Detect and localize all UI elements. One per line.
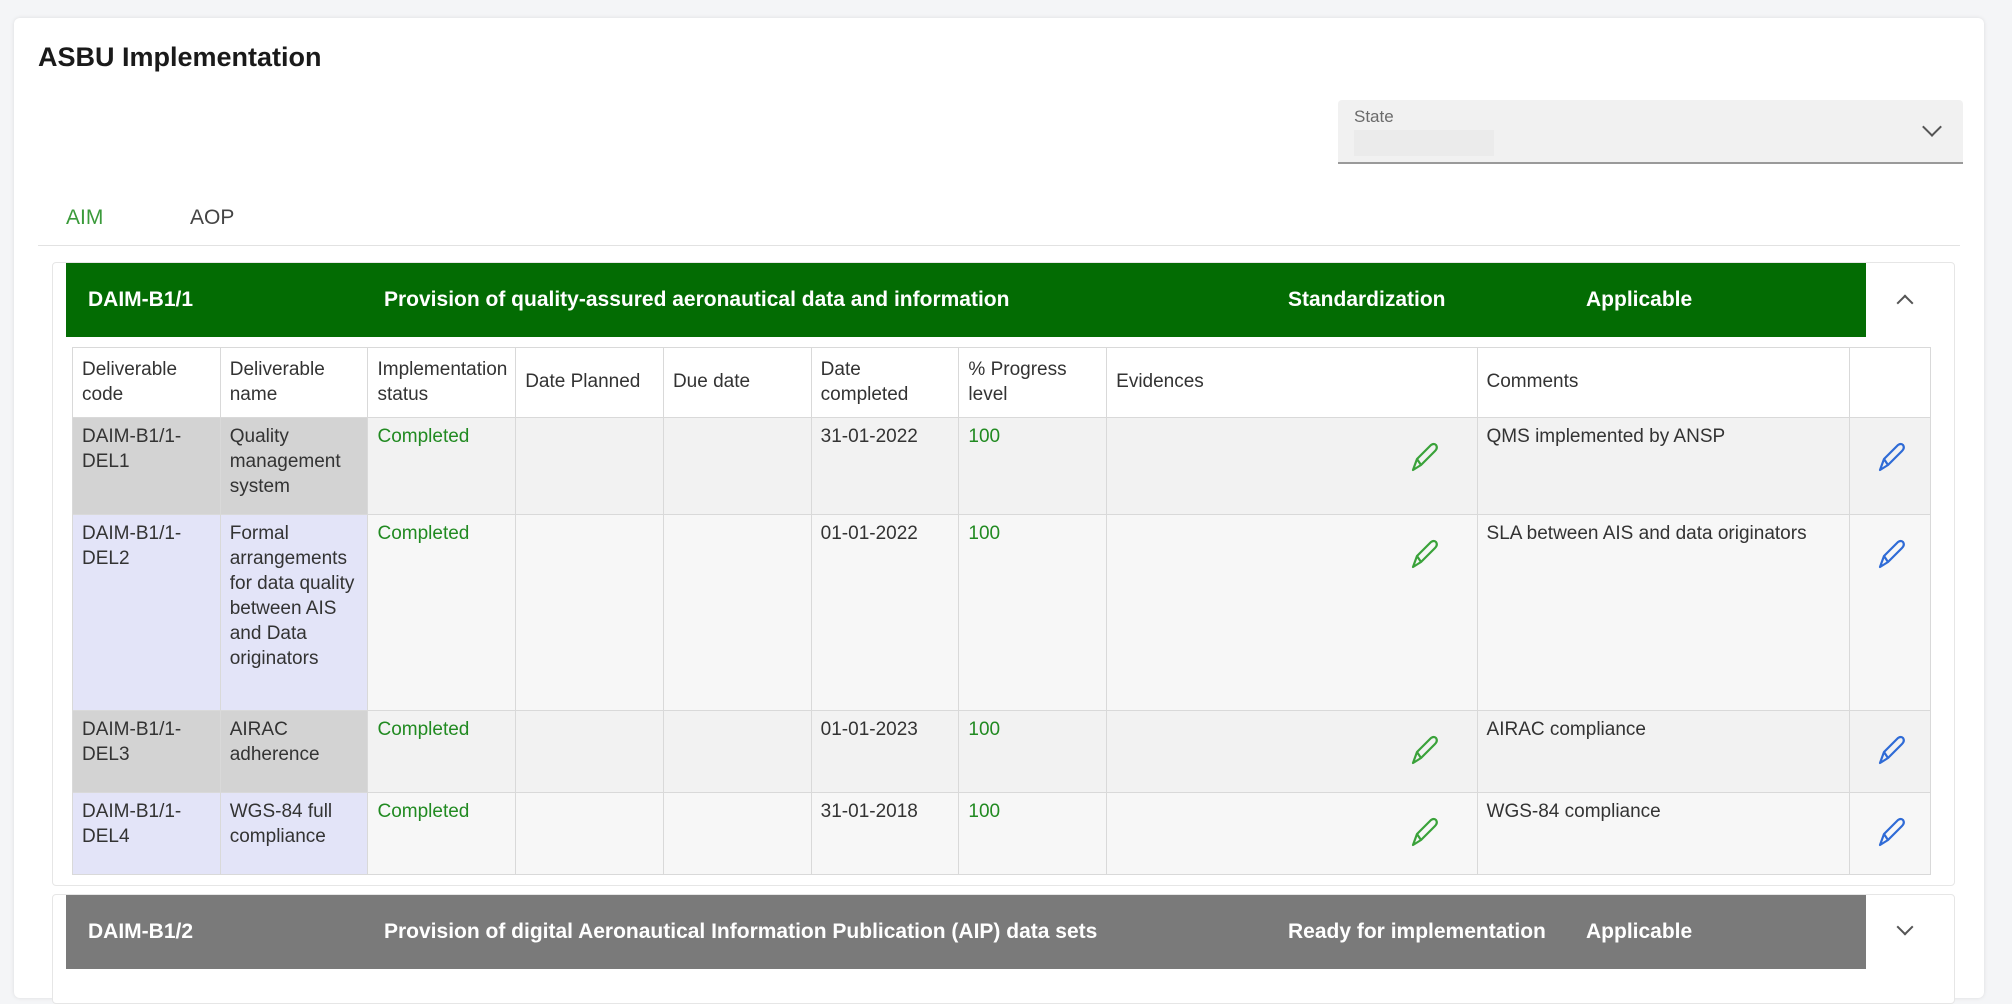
pencil-icon[interactable] [1409,440,1439,474]
element-status: Ready for implementation [1288,920,1546,943]
col-header: Implementation status [367,347,517,418]
expand-panel-button[interactable] [1891,917,1921,947]
progress-level: 100 [958,792,1108,875]
deliverable-name: AIRAC adherence [219,710,369,793]
comments: AIRAC compliance [1476,710,1850,793]
implementation-status: Completed [367,417,517,515]
progress-level: 100 [958,514,1108,711]
chevron-down-icon [1896,918,1914,936]
asbu-card: ASBU Implementation State AIM AOP DAIM-B… [14,18,1984,1004]
col-header: Date Planned [515,347,664,418]
deliverable-name: WGS-84 full compliance [219,792,369,875]
comments: SLA between AIS and data originators [1476,514,1850,711]
edit-pencil-icon[interactable] [1876,815,1906,849]
pencil-icon[interactable] [1409,815,1439,849]
element-code: DAIM-B1/1 [88,288,194,311]
element-panel-header[interactable]: DAIM-B1/2 Provision of digital Aeronauti… [66,895,1866,969]
state-select[interactable]: State [1338,100,1963,164]
deliverable-name: Quality management system [219,417,369,515]
tab-aim[interactable]: AIM [66,206,103,230]
chevron-down-icon [1922,117,1942,137]
progress-level: 100 [958,417,1108,515]
page-title: ASBU Implementation [38,42,322,72]
table-row: DAIM-B1/1-DEL4 WGS-84 full compliance Co… [72,792,1932,875]
deliverable-code: DAIM-B1/1-DEL1 [72,417,221,515]
deliverables-table: Deliverable code Deliverable name Implem… [72,347,1932,875]
state-select-value [1354,130,1494,156]
date-planned [515,710,664,793]
chevron-up-icon [1896,294,1914,312]
date-completed: 31-01-2022 [810,417,960,515]
col-header [1848,347,1932,418]
collapse-panel-button[interactable] [1891,285,1921,315]
element-applicability: Applicable [1586,288,1693,311]
pencil-icon[interactable] [1409,537,1439,571]
col-header: Deliverable name [219,347,369,418]
element-code: DAIM-B1/2 [88,920,194,943]
col-header: Evidences [1106,347,1478,418]
col-header: Deliverable code [72,347,221,418]
implementation-status: Completed [367,792,517,875]
element-title: Provision of digital Aeronautical Inform… [384,920,1098,943]
tab-aop[interactable]: AOP [190,206,234,230]
deliverable-name: Formal arrangements for data quality bet… [219,514,369,711]
evidences-cell [1106,710,1478,793]
edit-pencil-icon[interactable] [1876,733,1906,767]
due-date [662,514,812,711]
date-planned [515,417,664,515]
element-applicability: Applicable [1586,920,1693,943]
comments: QMS implemented by ANSP [1476,417,1850,515]
col-header: % Progress level [958,347,1108,418]
implementation-status: Completed [367,710,517,793]
progress-level: 100 [958,710,1108,793]
actions-cell [1848,792,1932,875]
evidences-cell [1106,792,1478,875]
element-panel-header[interactable]: DAIM-B1/1 Provision of quality-assured a… [66,263,1866,337]
edit-pencil-icon[interactable] [1876,440,1906,474]
table-header-row: Deliverable code Deliverable name Implem… [72,347,1932,418]
date-planned [515,514,664,711]
table-row: DAIM-B1/1-DEL2 Formal arrangements for d… [72,514,1932,711]
element-status: Standardization [1288,288,1446,311]
date-planned [515,792,664,875]
deliverable-code: DAIM-B1/1-DEL2 [72,514,221,711]
due-date [662,710,812,793]
evidences-cell [1106,514,1478,711]
element-title: Provision of quality-assured aeronautica… [384,288,1010,311]
col-header: Due date [662,347,812,418]
col-header: Comments [1476,347,1850,418]
deliverable-code: DAIM-B1/1-DEL4 [72,792,221,875]
actions-cell [1848,514,1932,711]
date-completed: 31-01-2018 [810,792,960,875]
evidences-cell [1106,417,1478,515]
actions-cell [1848,710,1932,793]
domain-tabs: AIM AOP [38,198,1960,246]
col-header: Date completed [810,347,960,418]
comments: WGS-84 compliance [1476,792,1850,875]
element-panel-daim-b1-1: DAIM-B1/1 Provision of quality-assured a… [52,262,1955,886]
pencil-icon[interactable] [1409,733,1439,767]
edit-pencil-icon[interactable] [1876,537,1906,571]
state-select-label: State [1354,107,1394,126]
table-row: DAIM-B1/1-DEL3 AIRAC adherence Completed… [72,710,1932,793]
date-completed: 01-01-2022 [810,514,960,711]
date-completed: 01-01-2023 [810,710,960,793]
implementation-status: Completed [367,514,517,711]
table-row: DAIM-B1/1-DEL1 Quality management system… [72,417,1932,515]
due-date [662,792,812,875]
actions-cell [1848,417,1932,515]
element-panel-daim-b1-2: DAIM-B1/2 Provision of digital Aeronauti… [52,894,1955,1004]
deliverable-code: DAIM-B1/1-DEL3 [72,710,221,793]
due-date [662,417,812,515]
